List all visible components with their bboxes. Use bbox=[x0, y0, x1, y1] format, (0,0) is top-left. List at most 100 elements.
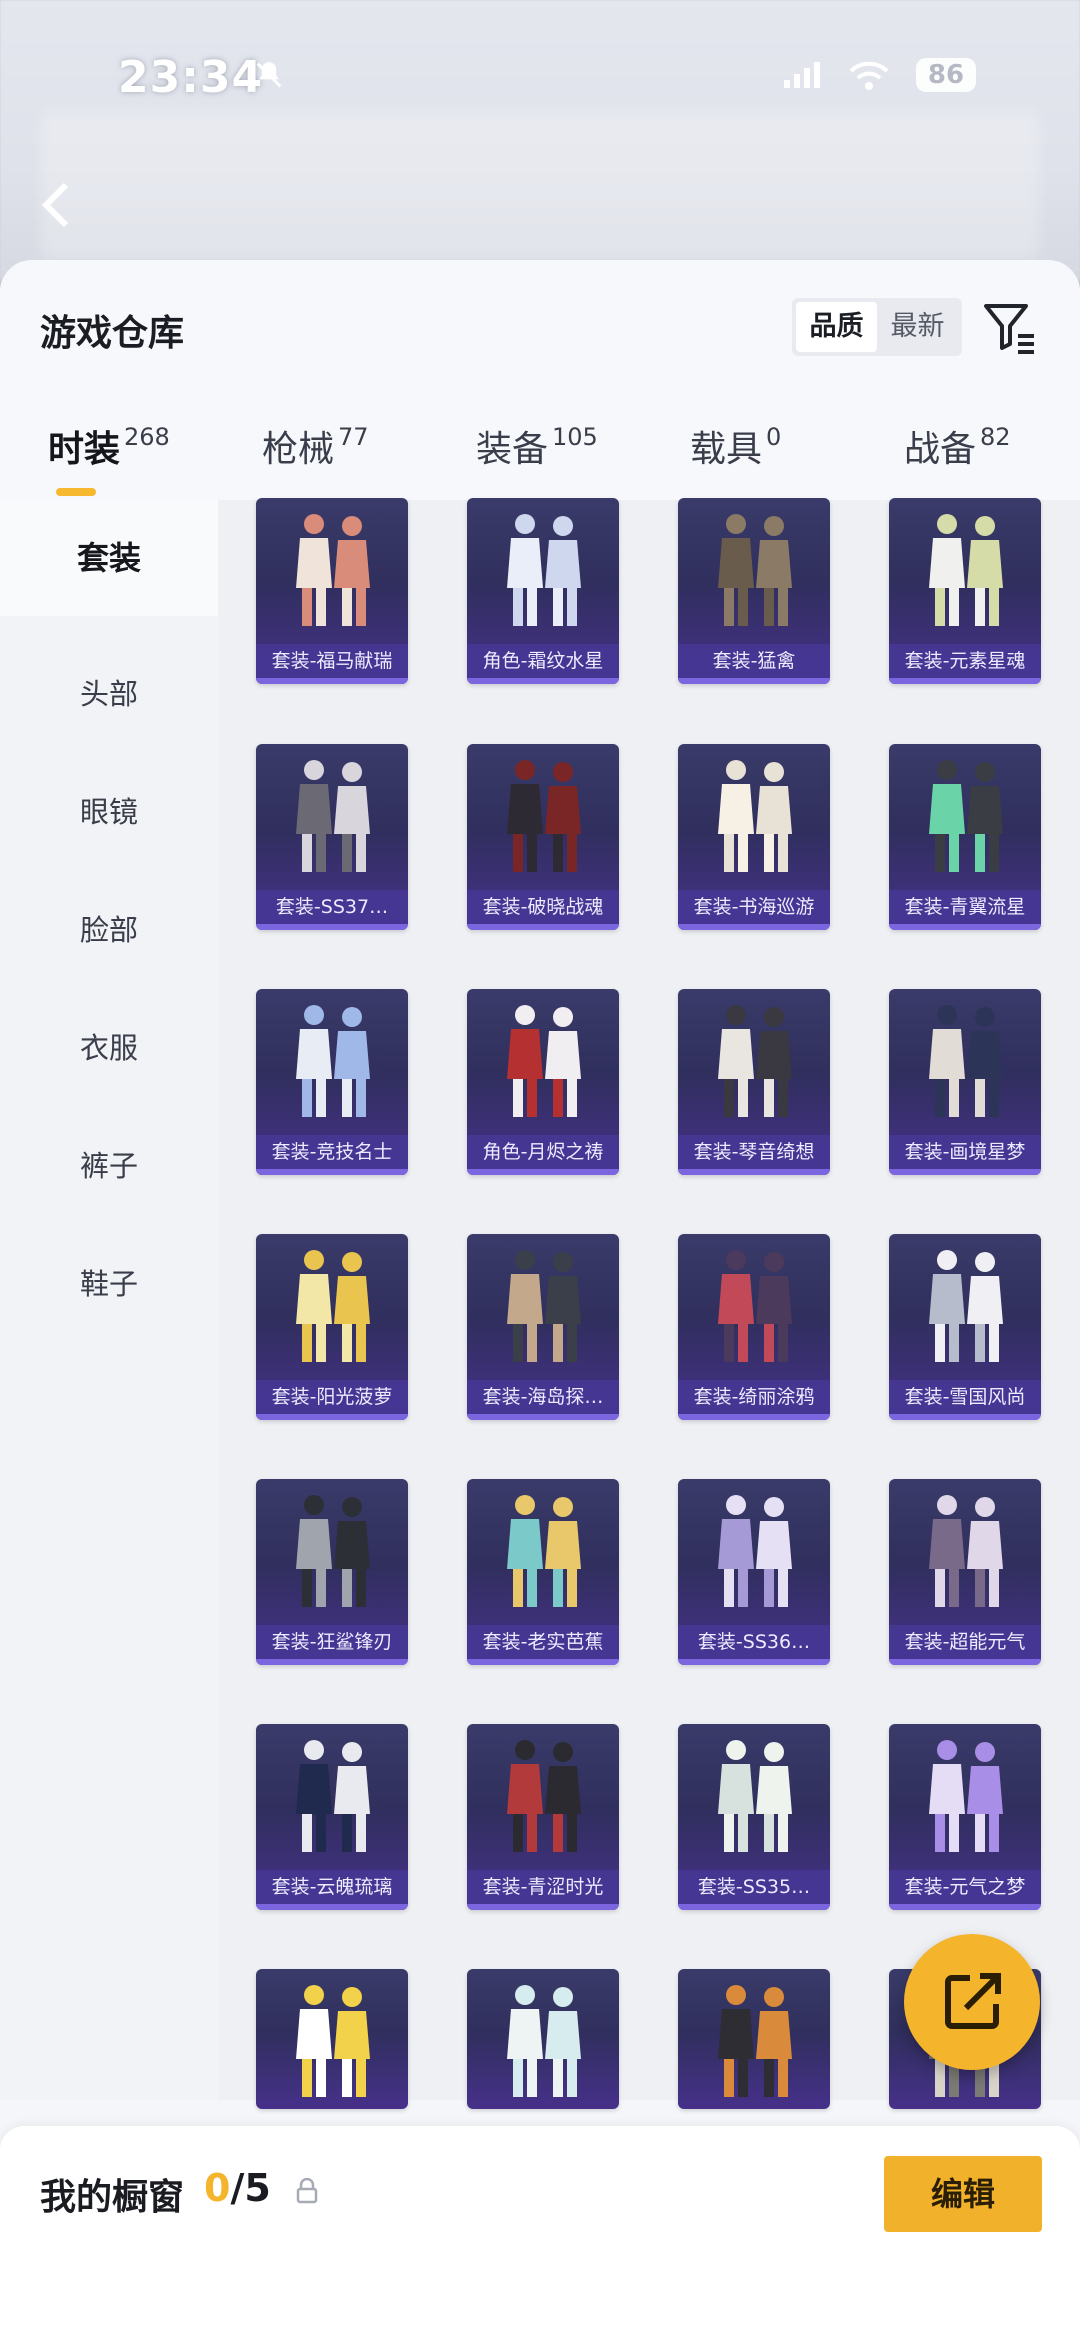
item-card-label: 套装-画境星梦 bbox=[889, 1135, 1041, 1169]
item-card[interactable]: 套装-SS36… bbox=[678, 1479, 830, 1665]
sort-quality-option[interactable]: 品质 bbox=[796, 302, 877, 352]
tab-label: 时装 bbox=[48, 429, 121, 470]
item-card-label: 套装-竞技名士 bbox=[256, 1135, 408, 1169]
item-thumbnail bbox=[507, 1005, 581, 1117]
showcase-bar: 我的橱窗 0/5 编辑 bbox=[0, 2126, 1080, 2347]
item-card-label: 角色-霜纹水星 bbox=[467, 644, 619, 678]
item-card[interactable] bbox=[467, 1969, 619, 2109]
item-card[interactable]: 套装-琴音绮想 bbox=[678, 989, 830, 1175]
item-thumbnail bbox=[718, 760, 792, 872]
item-card[interactable]: 套装-超能元气 bbox=[889, 1479, 1041, 1665]
item-card[interactable]: 套装-阳光菠萝 bbox=[256, 1234, 408, 1420]
card-rarity-strip bbox=[256, 1659, 408, 1665]
sidebar-item-glasses[interactable]: 眼镜 bbox=[0, 754, 218, 870]
item-card[interactable]: 套装-福马献瑞 bbox=[256, 498, 408, 684]
tab-label: 载具 bbox=[690, 429, 763, 470]
sidebar-item-face[interactable]: 脸部 bbox=[0, 872, 218, 988]
edit-button[interactable]: 编辑 bbox=[884, 2156, 1042, 2232]
item-thumbnail bbox=[929, 514, 1003, 626]
page-title: 游戏仓库 bbox=[40, 313, 185, 354]
item-card[interactable]: 套装-老实芭蕉 bbox=[467, 1479, 619, 1665]
tab-equipment[interactable]: 装备 105 bbox=[476, 420, 598, 500]
item-card[interactable]: 套装-元素星魂 bbox=[889, 498, 1041, 684]
showcase-total: /5 bbox=[230, 2166, 271, 2210]
item-card[interactable]: 套装-云魄琉璃 bbox=[256, 1724, 408, 1910]
item-card[interactable]: 套装-猛禽 bbox=[678, 498, 830, 684]
sidebar-item-shoes[interactable]: 鞋子 bbox=[0, 1226, 218, 1342]
item-card[interactable]: 套装-绮丽涂鸦 bbox=[678, 1234, 830, 1420]
item-card[interactable]: 套装-SS37… bbox=[256, 744, 408, 930]
item-card-label: 套装-超能元气 bbox=[889, 1625, 1041, 1659]
tab-vehicles[interactable]: 载具 0 bbox=[690, 420, 781, 500]
item-card[interactable] bbox=[256, 1969, 408, 2109]
card-rarity-strip bbox=[889, 924, 1041, 930]
back-arrow-icon[interactable] bbox=[36, 180, 76, 230]
item-card-label: 角色-月烬之祷 bbox=[467, 1135, 619, 1169]
card-rarity-strip bbox=[889, 1414, 1041, 1420]
battery-indicator: 86 bbox=[916, 58, 976, 92]
background-content-blur bbox=[40, 110, 1040, 260]
item-thumbnail bbox=[296, 760, 370, 872]
sort-newest-option[interactable]: 最新 bbox=[877, 302, 958, 352]
item-thumbnail bbox=[296, 514, 370, 626]
item-card[interactable]: 套装-青涩时光 bbox=[467, 1724, 619, 1910]
card-rarity-strip bbox=[678, 1904, 830, 1910]
tab-count: 268 bbox=[124, 423, 170, 451]
tab-combat-prep[interactable]: 战备 82 bbox=[904, 420, 1011, 500]
card-rarity-strip bbox=[256, 1904, 408, 1910]
card-rarity-strip bbox=[678, 1414, 830, 1420]
card-rarity-strip bbox=[889, 1169, 1041, 1175]
sidebar-item-pants[interactable]: 裤子 bbox=[0, 1108, 218, 1224]
item-card-label: 套装-猛禽 bbox=[678, 644, 830, 678]
item-card[interactable] bbox=[678, 1969, 830, 2109]
share-button[interactable] bbox=[904, 1934, 1040, 2070]
tab-count: 0 bbox=[766, 423, 782, 451]
card-rarity-strip bbox=[467, 1414, 619, 1420]
sidebar-item-clothes[interactable]: 衣服 bbox=[0, 990, 218, 1106]
card-rarity-strip bbox=[467, 1659, 619, 1665]
tab-fashion[interactable]: 时装 268 bbox=[48, 420, 170, 500]
tab-guns[interactable]: 枪械 77 bbox=[262, 420, 369, 500]
item-thumbnail bbox=[296, 1985, 370, 2097]
sidebar-item-suits[interactable]: 套装 bbox=[0, 500, 218, 616]
item-card[interactable]: 套装-画境星梦 bbox=[889, 989, 1041, 1175]
bell-muted-icon bbox=[256, 62, 282, 88]
item-thumbnail bbox=[718, 1250, 792, 1362]
item-card[interactable]: 套装-元气之梦 bbox=[889, 1724, 1041, 1910]
item-grid: 套装-福马献瑞 角色-霜纹水星 套装-猛禽 套装-元素星魂套装-SS37… 套装-破晓战… bbox=[218, 498, 1080, 2109]
item-thumbnail bbox=[718, 1740, 792, 1852]
card-rarity-strip bbox=[889, 678, 1041, 684]
item-card[interactable]: 角色-霜纹水星 bbox=[467, 498, 619, 684]
item-thumbnail bbox=[929, 1005, 1003, 1117]
item-card[interactable]: 套装-SS35… bbox=[678, 1724, 830, 1910]
status-right: 86 bbox=[782, 58, 976, 92]
filter-icon[interactable] bbox=[982, 300, 1038, 356]
item-card-label: 套装-元气之梦 bbox=[889, 1870, 1041, 1904]
tab-label: 装备 bbox=[476, 429, 549, 470]
item-card-label: 套装-青翼流星 bbox=[889, 890, 1041, 924]
showcase-count: 0/5 bbox=[204, 2166, 271, 2210]
item-card[interactable]: 套装-雪国风尚 bbox=[889, 1234, 1041, 1420]
item-thumbnail bbox=[296, 1740, 370, 1852]
item-card[interactable]: 套装-青翼流星 bbox=[889, 744, 1041, 930]
item-card-label: 套装-破晓战魂 bbox=[467, 890, 619, 924]
item-card[interactable]: 套装-海岛探… bbox=[467, 1234, 619, 1420]
card-rarity-strip bbox=[256, 678, 408, 684]
item-thumbnail bbox=[507, 1740, 581, 1852]
item-card[interactable]: 角色-月烬之祷 bbox=[467, 989, 619, 1175]
sidebar-item-head[interactable]: 头部 bbox=[0, 636, 218, 752]
item-card-label: 套装-元素星魂 bbox=[889, 644, 1041, 678]
item-card[interactable]: 套装-书海巡游 bbox=[678, 744, 830, 930]
item-card[interactable]: 套装-竞技名士 bbox=[256, 989, 408, 1175]
card-rarity-strip bbox=[467, 1904, 619, 1910]
category-tabs: 时装 268 枪械 77 装备 105 载具 0 战备 82 bbox=[0, 420, 1080, 500]
item-card[interactable]: 套装-破晓战魂 bbox=[467, 744, 619, 930]
item-card[interactable]: 套装-狂鲨锋刃 bbox=[256, 1479, 408, 1665]
showcase-current: 0 bbox=[204, 2166, 231, 2210]
tab-label: 枪械 bbox=[262, 429, 335, 470]
item-card-label: 套装-阳光菠萝 bbox=[256, 1380, 408, 1414]
item-card-label: 套装-绮丽涂鸦 bbox=[678, 1380, 830, 1414]
item-thumbnail bbox=[507, 1250, 581, 1362]
item-thumbnail bbox=[507, 514, 581, 626]
item-thumbnail bbox=[929, 760, 1003, 872]
